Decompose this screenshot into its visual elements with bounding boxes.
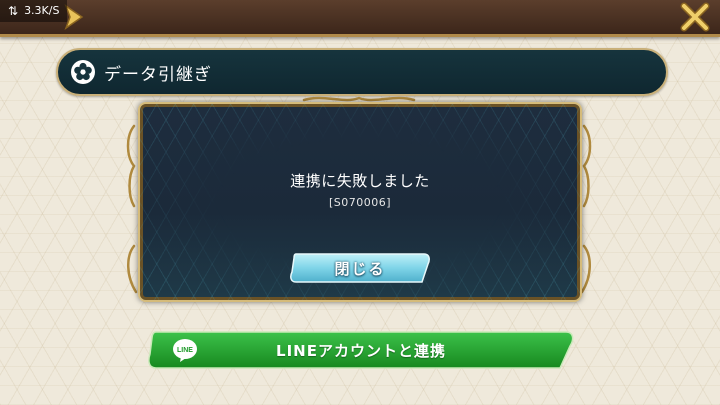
close-dialog-label: 閉じる	[334, 260, 386, 278]
header-title: データ引継ぎ	[104, 65, 212, 85]
flower-icon	[71, 60, 95, 84]
network-speed: 3.3K/S	[24, 4, 60, 17]
section-header: データ引継ぎ	[56, 48, 668, 96]
network-swap-icon: ⇅	[8, 4, 19, 18]
error-code: [S070006]	[328, 196, 392, 209]
close-x-icon[interactable]	[678, 2, 712, 32]
line-button-label: LINEアカウントと連携	[276, 342, 446, 360]
line-link-button[interactable]: LINE LINEアカウントと連携	[146, 330, 576, 370]
close-dialog-button[interactable]: 閉じる	[288, 252, 432, 284]
dialog-panel: 連携に失敗しました [S070006] 閉じる	[138, 102, 582, 302]
error-dialog: 連携に失敗しました [S070006] 閉じる	[124, 96, 594, 308]
status-overlay: ⇅ 3.3K/S	[0, 0, 68, 22]
error-message: 連携に失敗しました	[290, 172, 430, 190]
top-bar	[0, 0, 720, 37]
